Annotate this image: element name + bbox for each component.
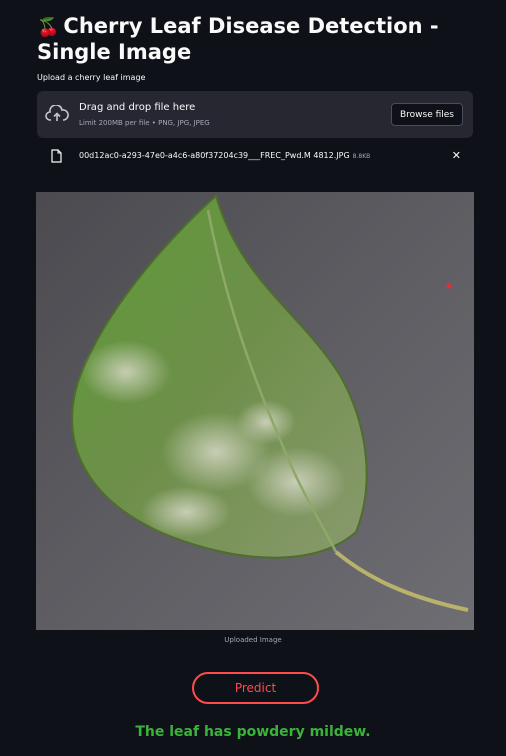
upload-label: Upload a cherry leaf image xyxy=(37,73,146,82)
file-size: 8.8KB xyxy=(352,153,371,160)
image-caption: Uploaded Image xyxy=(224,636,282,644)
predict-button[interactable]: Predict xyxy=(192,672,319,704)
uploaded-file-row: 00d12ac0-a293-47e0-a4c6-a80f37204c39___F… xyxy=(37,147,473,167)
dropzone-subtitle: Limit 200MB per file • PNG, JPG, JPEG xyxy=(79,119,210,127)
file-dropzone[interactable]: Drag and drop file here Limit 200MB per … xyxy=(37,91,473,138)
browse-files-button[interactable]: Browse files xyxy=(390,103,463,126)
file-name: 00d12ac0-a293-47e0-a4c6-a80f37204c39___F… xyxy=(79,151,350,160)
file-name-text: 00d12ac0-a293-47e0-a4c6-a80f37204c39___F… xyxy=(79,151,370,160)
uploaded-leaf-image xyxy=(36,192,474,630)
file-icon xyxy=(51,149,62,163)
remove-file-close-icon[interactable]: ✕ xyxy=(452,149,461,162)
cloud-upload-icon xyxy=(45,105,69,121)
prediction-result: The leaf has powdery mildew. xyxy=(135,724,371,740)
dropzone-title: Drag and drop file here xyxy=(79,102,196,113)
page-title: 🍒 Cherry Leaf Disease Detection - Single … xyxy=(37,14,477,64)
cherry-emoji-icon: 🍒 xyxy=(37,17,60,38)
leaf-photo-graphic xyxy=(36,192,474,630)
page-title-text: Cherry Leaf Disease Detection - Single I… xyxy=(37,14,439,64)
